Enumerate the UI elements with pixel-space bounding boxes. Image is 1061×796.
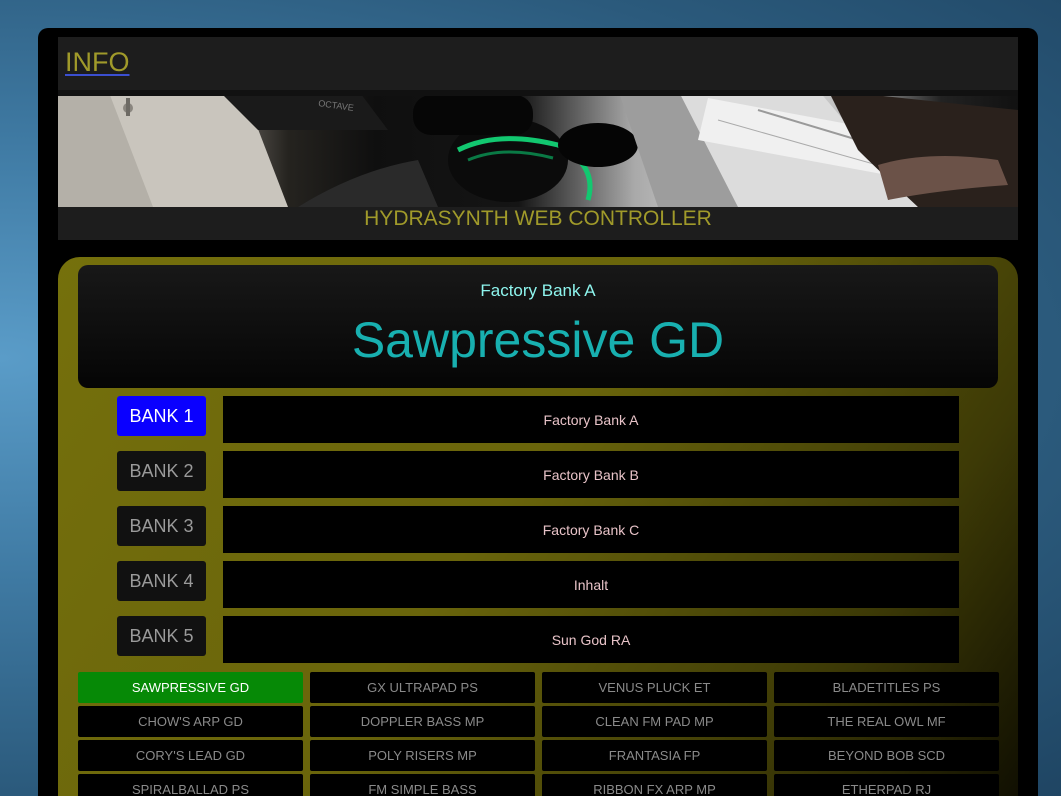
bank-row-2: BANK 2 Factory Bank B [117,451,959,499]
patch-button[interactable]: FRANTASIA FP [542,740,767,771]
bank-2-name[interactable]: Factory Bank B [223,451,959,498]
bank-1-button[interactable]: BANK 1 [117,396,206,436]
bank-4-name[interactable]: Inhalt [223,561,959,608]
patch-grid: SAWPRESSIVE GD GX ULTRAPAD PS VENUS PLUC… [78,672,999,796]
bank-1-name[interactable]: Factory Bank A [223,396,959,443]
header-panel: INFO OCTAVE HYDRASYNTH WEB CONTROLLER [58,37,1018,240]
patch-button[interactable]: SPIRALBALLAD PS [78,774,303,796]
patch-button[interactable]: FM SIMPLE BASS [310,774,535,796]
hero-synth-image: OCTAVE [58,90,1018,207]
app-title: HYDRASYNTH WEB CONTROLLER [364,207,712,230]
patch-button[interactable]: DOPPLER BASS MP [310,706,535,737]
synth-photo-illustration: OCTAVE [58,90,1018,207]
patch-button[interactable]: POLY RISERS MP [310,740,535,771]
current-patch-name: Sawpressive GD [351,312,725,368]
patch-button[interactable]: GX ULTRAPAD PS [310,672,535,703]
current-bank-name: Factory Bank A [480,281,596,300]
patch-button[interactable]: THE REAL OWL MF [774,706,999,737]
bank-row-3: BANK 3 Factory Bank C [117,506,959,554]
bank-5-name[interactable]: Sun God RA [223,616,959,663]
patch-button[interactable]: BEYOND BOB SCD [774,740,999,771]
patch-button[interactable]: CHOW'S ARP GD [78,706,303,737]
bank-3-button[interactable]: BANK 3 [117,506,206,546]
patch-button[interactable]: CLEAN FM PAD MP [542,706,767,737]
bank-row-1: BANK 1 Factory Bank A [117,396,959,444]
bank-3-name[interactable]: Factory Bank C [223,506,959,553]
patch-button[interactable]: RIBBON FX ARP MP [542,774,767,796]
bank-4-button[interactable]: BANK 4 [117,561,206,601]
info-link[interactable]: INFO [65,47,130,78]
patch-button[interactable]: BLADETITLES PS [774,672,999,703]
patch-button[interactable]: VENUS PLUCK ET [542,672,767,703]
patch-button[interactable]: SAWPRESSIVE GD [78,672,303,703]
main-panel: Factory Bank A Sawpressive GD BANK 1 Fac… [58,257,1018,796]
patch-button[interactable]: ETHERPAD RJ [774,774,999,796]
app-frame: INFO OCTAVE HYDRASYNTH WEB CONTROLLER Fa… [38,28,1038,796]
bank-2-button[interactable]: BANK 2 [117,451,206,491]
patch-button[interactable]: CORY'S LEAD GD [78,740,303,771]
bank-5-button[interactable]: BANK 5 [117,616,206,656]
current-patch-display: Factory Bank A Sawpressive GD [78,265,998,388]
bank-row-5: BANK 5 Sun God RA [117,616,959,664]
bank-row-4: BANK 4 Inhalt [117,561,959,609]
